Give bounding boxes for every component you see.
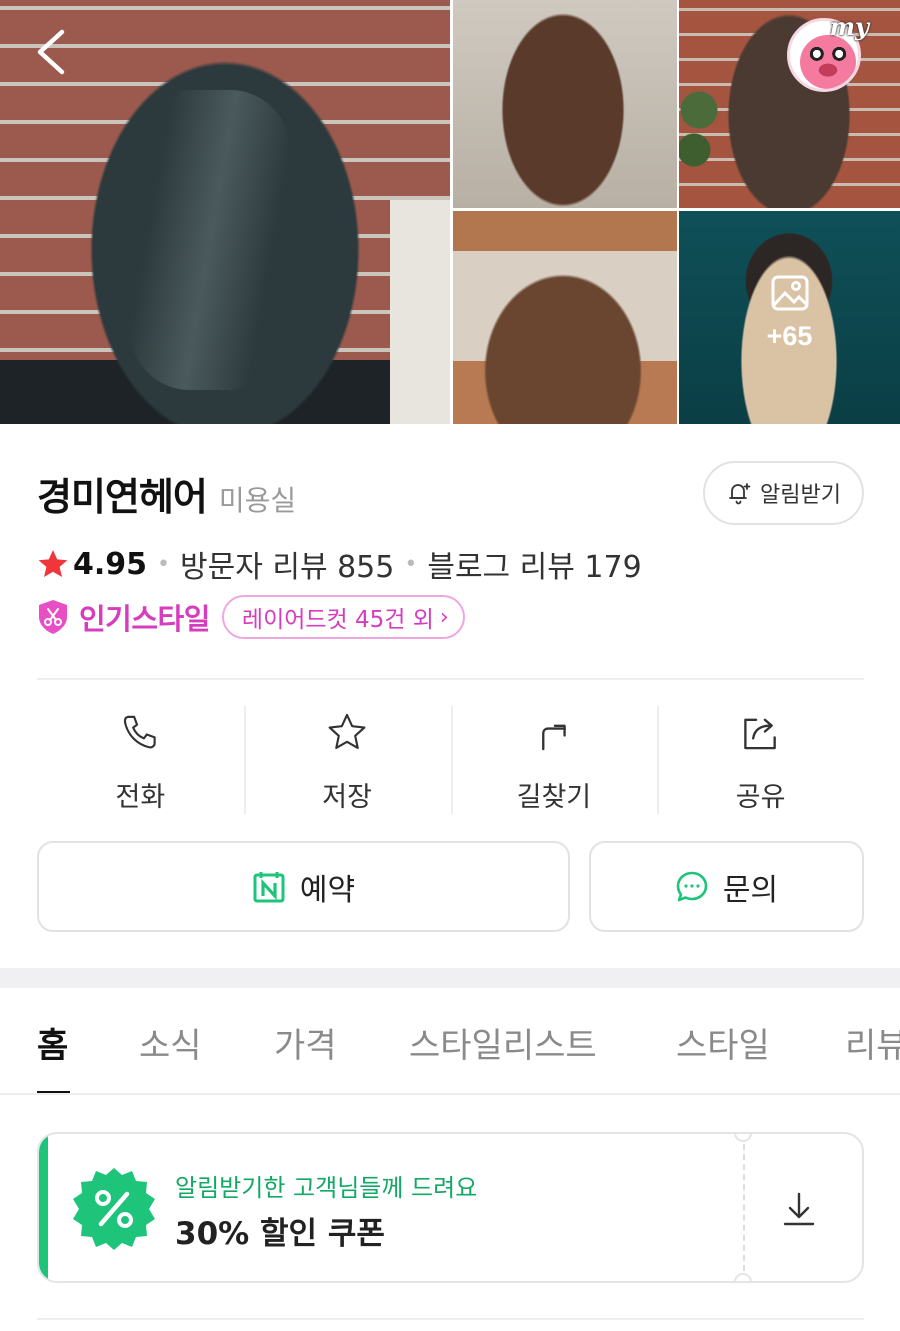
more-photos-count: +65 <box>766 321 813 351</box>
blog-reviews-link[interactable]: 블로그 리뷰 179 <box>427 542 641 586</box>
photo-plant-detail <box>679 70 719 180</box>
tab-stylist[interactable]: 스타일리스트 <box>409 1018 597 1067</box>
action-row: 전화 저장 길찾기 공유 <box>37 706 864 814</box>
coupon-notch <box>734 1134 752 1142</box>
rating-row: 4.95 • 방문자 리뷰 855 • 블로그 리뷰 179 <box>37 542 642 586</box>
inquiry-button[interactable]: 문의 <box>589 841 864 932</box>
bell-plus-icon <box>729 483 751 505</box>
share-label: 공유 <box>735 782 786 813</box>
share-icon <box>743 718 776 750</box>
directions-icon <box>541 724 566 751</box>
tab-review[interactable]: 리뷰 <box>845 1018 900 1067</box>
coupon-title: 30% 할인 쿠폰 <box>175 1216 385 1252</box>
tab-news[interactable]: 소식 <box>139 1018 202 1067</box>
rating-star-icon <box>38 550 68 577</box>
store-name: 경미연헤어 <box>37 475 208 519</box>
back-arrow-icon[interactable] <box>30 26 74 82</box>
store-title-row: 경미연헤어 미용실 <box>37 466 296 521</box>
photo-window-detail <box>390 200 450 424</box>
save-button[interactable]: 저장 <box>243 706 451 814</box>
section-gap <box>0 968 900 988</box>
notify-button[interactable]: 알림받기 <box>703 461 864 525</box>
tab-price[interactable]: 가격 <box>274 1018 337 1067</box>
character-face-icon <box>800 35 856 89</box>
popular-style-label: 인기스타일 <box>79 602 210 636</box>
gallery-photo-1[interactable] <box>453 0 677 208</box>
percent-badge-icon <box>73 1168 155 1250</box>
photo-gallery: +65 my <box>0 0 900 424</box>
phone-icon <box>124 715 157 749</box>
call-button[interactable]: 전화 <box>37 706 244 814</box>
tab-home[interactable]: 홈 <box>37 1018 68 1067</box>
separator-dot: • <box>404 551 418 577</box>
visitor-reviews-link[interactable]: 방문자 리뷰 855 <box>180 542 394 586</box>
notify-label: 알림받기 <box>760 483 841 508</box>
directions-label: 길찾기 <box>516 782 592 813</box>
photo-hair-shine <box>130 90 290 390</box>
divider <box>37 678 864 680</box>
divider <box>37 1318 864 1320</box>
store-category: 미용실 <box>218 484 297 517</box>
scissors-shield-icon <box>39 600 67 634</box>
directions-button[interactable]: 길찾기 <box>450 706 658 814</box>
coupon-perforation <box>743 1134 745 1281</box>
tab-style[interactable]: 스타일 <box>676 1018 770 1067</box>
popular-style-row: 인기스타일 레이어드컷 45건 외 › <box>37 595 465 639</box>
reserve-button[interactable]: 예약 <box>37 841 570 932</box>
rating-value: 4.95 <box>73 546 148 582</box>
my-profile-button[interactable]: my <box>783 12 869 92</box>
image-icon <box>771 275 808 311</box>
naver-booking-icon <box>253 871 285 902</box>
save-label: 저장 <box>322 782 372 813</box>
active-tab-indicator <box>37 1091 70 1093</box>
call-label: 전화 <box>115 782 166 813</box>
star-icon <box>328 713 366 749</box>
gallery-photo-3[interactable] <box>453 211 677 424</box>
coupon-subtitle: 알림받기한 고객님들께 드려요 <box>175 1174 478 1202</box>
more-photos-overlay[interactable]: +65 <box>679 211 900 424</box>
popular-style-chip[interactable]: 레이어드컷 45건 외 › <box>221 595 465 639</box>
chevron-right-icon: › <box>439 604 449 630</box>
coupon-accent-bar <box>39 1134 48 1281</box>
popular-style-chip-label: 레이어드컷 45건 외 <box>241 607 434 633</box>
inquiry-label: 문의 <box>722 872 779 908</box>
coupon-card[interactable]: 알림받기한 고객님들께 드려요 30% 할인 쿠폰 <box>37 1132 864 1283</box>
separator-dot: • <box>157 551 171 577</box>
share-button[interactable]: 공유 <box>657 706 864 814</box>
tab-bar: 홈 소식 가격 스타일리스트 스타일 리뷰 <box>0 988 900 1095</box>
download-icon[interactable] <box>779 1189 819 1229</box>
chat-bubble-icon <box>676 871 708 901</box>
reserve-label: 예약 <box>299 872 356 908</box>
coupon-notch <box>734 1273 752 1281</box>
my-badge-text: my <box>829 12 869 41</box>
